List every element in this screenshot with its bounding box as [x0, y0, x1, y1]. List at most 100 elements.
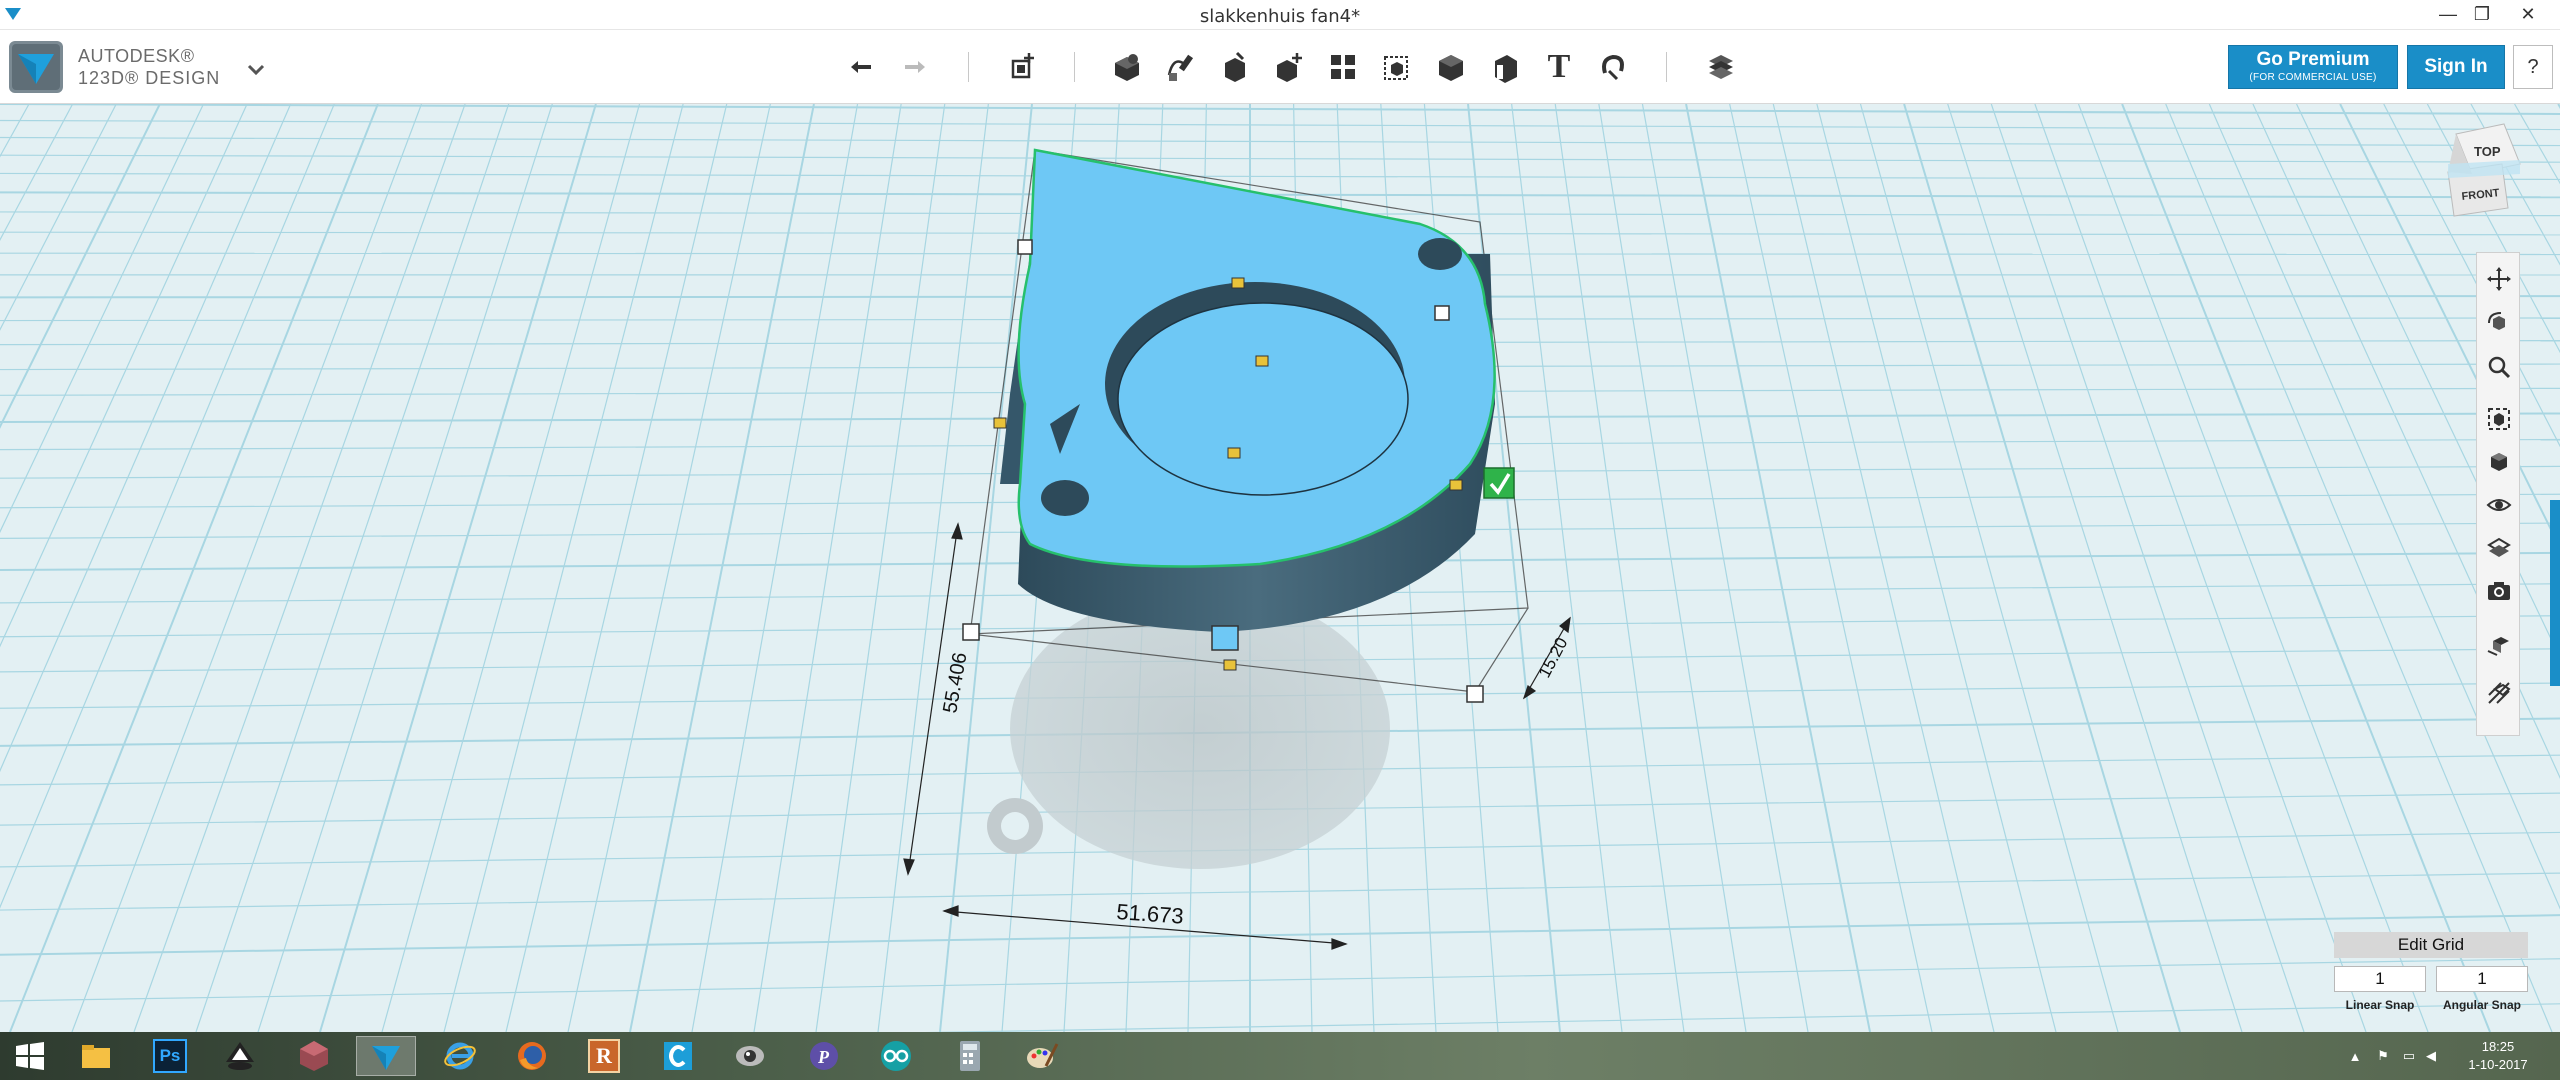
paint-icon	[1027, 1043, 1059, 1068]
photoshop-icon: Ps	[153, 1039, 187, 1073]
help-button[interactable]: ?	[2513, 45, 2553, 89]
wireframe-button[interactable]	[2483, 677, 2515, 709]
chevron-down-icon[interactable]	[244, 60, 268, 78]
taskbar-ccleaner[interactable]	[648, 1036, 708, 1076]
taskbar-internet-explorer[interactable]	[430, 1036, 490, 1076]
123d-design-icon	[372, 1046, 400, 1070]
inkscape-icon	[226, 1042, 254, 1070]
go-premium-button[interactable]: Go Premium (FOR COMMERCIAL USE)	[2228, 45, 2398, 89]
firefox-icon	[518, 1042, 546, 1070]
sign-in-button[interactable]: Sign In	[2407, 45, 2505, 89]
modify-icon	[1277, 53, 1302, 82]
tray-chevron-up-icon[interactable]: ▲	[2344, 1046, 2366, 1066]
toolbar-divider	[1074, 52, 1075, 82]
app-logo[interactable]: AUTODESK® 123D® DESIGN	[8, 40, 220, 94]
material-view-button[interactable]	[2483, 531, 2515, 563]
views-button[interactable]	[2483, 445, 2515, 477]
windows-start-icon	[16, 1042, 44, 1070]
internet-explorer-icon	[444, 1042, 476, 1070]
system-clock[interactable]: 18:25 1-10-2017	[2448, 1038, 2548, 1074]
angular-snap-field[interactable]: 1	[2436, 966, 2528, 992]
restore-button[interactable]: ❐	[2462, 0, 2502, 28]
redo-button[interactable]	[892, 44, 938, 90]
taskbar-calculator[interactable]	[940, 1036, 1000, 1076]
taskbar-app-p[interactable]: P	[794, 1036, 854, 1076]
scene-canvas[interactable]: 55.406 51.673 15.20 TOP FRONT	[0, 104, 2560, 1032]
taskbar-firefox[interactable]	[502, 1036, 562, 1076]
side-panel-tab[interactable]	[2550, 500, 2560, 686]
close-button[interactable]: ✕	[2508, 0, 2548, 28]
dimension-width-label[interactable]: 51.673	[1116, 899, 1185, 929]
taskbar-arduino[interactable]	[866, 1036, 926, 1076]
wireframe-icon	[2488, 682, 2511, 704]
undo-icon	[851, 61, 871, 73]
visibility-button[interactable]	[2483, 489, 2515, 521]
tray-network-icon[interactable]: ▭	[2398, 1046, 2420, 1066]
app-p-icon: P	[810, 1042, 838, 1070]
taskbar-123d-design[interactable]	[356, 1036, 416, 1076]
clock-time: 18:25	[2481, 1039, 2515, 1054]
arduino-icon	[881, 1041, 911, 1071]
edit-grid-button[interactable]: Edit Grid	[2334, 932, 2528, 958]
linear-snap-field[interactable]: 1	[2334, 966, 2426, 992]
grouping-button[interactable]	[1374, 44, 1420, 90]
window-title: slakkenhuis fan4*	[1199, 6, 1361, 27]
taskbar-paint[interactable]	[1012, 1036, 1072, 1076]
snap-button[interactable]	[1590, 44, 1636, 90]
start-button[interactable]	[0, 1036, 60, 1076]
measure-button[interactable]	[1482, 44, 1528, 90]
material-button[interactable]	[1698, 44, 1744, 90]
grouping-icon	[1384, 56, 1408, 80]
go-premium-label: Go Premium	[2256, 49, 2370, 70]
primitives-button[interactable]	[1104, 44, 1150, 90]
view-cube-top-label[interactable]: TOP	[2474, 144, 2501, 159]
clock-date: 1-10-2017	[2468, 1057, 2528, 1072]
taskbar-inkscape[interactable]	[210, 1036, 270, 1076]
pan-button[interactable]	[2483, 263, 2515, 295]
grid-icon	[2487, 637, 2509, 656]
pattern-icon	[1331, 55, 1355, 79]
measure-icon	[1495, 55, 1517, 83]
zoom-button[interactable]	[2483, 351, 2515, 383]
combine-button[interactable]	[1428, 44, 1474, 90]
toolbar-divider	[968, 52, 969, 82]
windows-taskbar: Ps R P ▲ ⚑ ▭ ◀ 18:25 1-10-2017	[0, 1032, 2560, 1080]
modify-button[interactable]	[1266, 44, 1312, 90]
combine-icon	[1439, 55, 1463, 81]
grid-settings-panel: Edit Grid 1 1 Linear Snap Angular Snap	[2334, 932, 2528, 1032]
transform-button[interactable]	[1000, 44, 1046, 90]
calculator-icon	[960, 1041, 980, 1071]
taskbar-reaper[interactable]: R	[574, 1036, 634, 1076]
title-bar: slakkenhuis fan4* — ❐ ✕	[0, 0, 2560, 30]
confirm-check-button[interactable]	[1483, 467, 1515, 499]
linear-snap-label: Linear Snap	[2345, 998, 2415, 1012]
construct-icon	[1225, 51, 1245, 82]
transform-icon	[1011, 53, 1034, 79]
navigation-bar	[2476, 252, 2520, 736]
construct-button[interactable]	[1212, 44, 1258, 90]
pan-icon	[2487, 267, 2511, 291]
fit-button[interactable]	[2483, 403, 2515, 435]
app-eye-icon	[736, 1046, 764, 1066]
camera-icon	[2488, 582, 2510, 600]
sketch-button[interactable]	[1158, 44, 1204, 90]
svg-text:P: P	[817, 1047, 830, 1067]
folder-icon	[82, 1045, 110, 1068]
pattern-button[interactable]	[1320, 44, 1366, 90]
grid-button[interactable]	[2483, 627, 2515, 659]
taskbar-file-explorer[interactable]	[66, 1036, 126, 1076]
taskbar-meshmixer[interactable]	[284, 1036, 344, 1076]
orbit-button[interactable]	[2483, 307, 2515, 339]
3d-viewport[interactable]: 55.406 51.673 15.20 TOP FRONT	[0, 104, 2560, 1032]
material-view-icon	[2487, 537, 2511, 557]
zoom-icon	[2488, 356, 2511, 379]
tray-flag-icon[interactable]: ⚑	[2372, 1046, 2394, 1066]
taskbar-app-eye[interactable]	[720, 1036, 780, 1076]
undo-button[interactable]	[838, 44, 884, 90]
text-button[interactable]: T	[1536, 44, 1582, 90]
screenshot-button[interactable]	[2483, 575, 2515, 607]
visibility-icon	[2486, 499, 2512, 511]
tray-volume-icon[interactable]: ◀	[2420, 1046, 2442, 1066]
taskbar-photoshop[interactable]: Ps	[140, 1036, 200, 1076]
text-icon: T	[1547, 48, 1571, 85]
